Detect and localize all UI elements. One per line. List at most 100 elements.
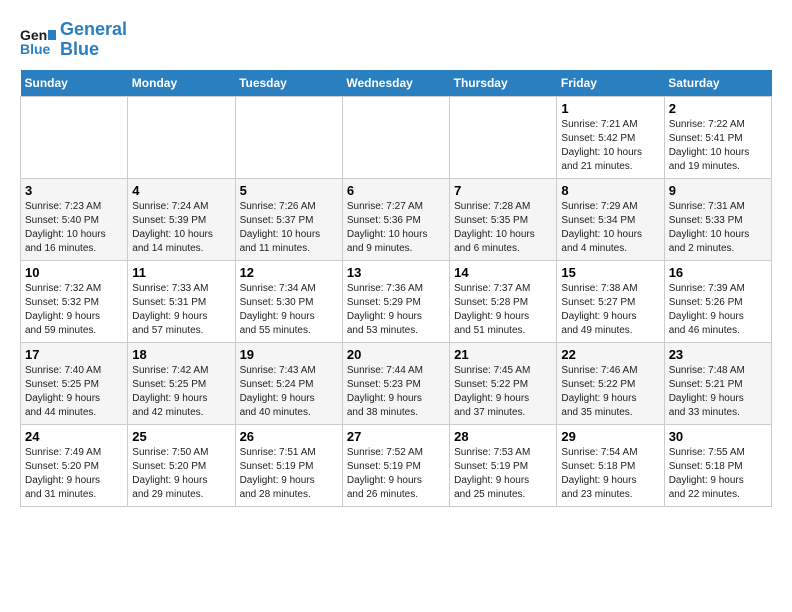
calendar-cell: 17 Sunrise: 7:40 AM Sunset: 5:25 PM Dayli… — [21, 342, 128, 424]
day-info: Sunrise: 7:28 AM Sunset: 5:35 PM Dayligh… — [454, 200, 552, 256]
day-info: Sunrise: 7:24 AM Sunset: 5:39 PM Dayligh… — [132, 200, 230, 256]
calendar-cell: 7 Sunrise: 7:28 AM Sunset: 5:35 PM Daylig… — [450, 178, 557, 260]
calendar-cell: 21 Sunrise: 7:45 AM Sunset: 5:22 PM Dayli… — [450, 342, 557, 424]
day-number: 13 — [347, 265, 445, 280]
calendar-cell: 8 Sunrise: 7:29 AM Sunset: 5:34 PM Daylig… — [557, 178, 664, 260]
day-number: 5 — [240, 183, 338, 198]
calendar-cell: 2Sunrise: 7:22 AM Sunset: 5:41 PM Daylig… — [664, 96, 771, 178]
day-number: 14 — [454, 265, 552, 280]
day-number: 9 — [669, 183, 767, 198]
header: General Blue GeneralBlue — [20, 20, 772, 60]
day-number: 3 — [25, 183, 123, 198]
calendar-cell — [235, 96, 342, 178]
day-info: Sunrise: 7:32 AM Sunset: 5:32 PM Dayligh… — [25, 282, 123, 338]
day-header: Thursday — [450, 70, 557, 97]
day-number: 28 — [454, 429, 552, 444]
day-number: 17 — [25, 347, 123, 362]
day-info: Sunrise: 7:49 AM Sunset: 5:20 PM Dayligh… — [25, 446, 123, 502]
calendar-cell: 22Sunrise: 7:46 AM Sunset: 5:22 PM Dayli… — [557, 342, 664, 424]
day-number: 29 — [561, 429, 659, 444]
day-number: 26 — [240, 429, 338, 444]
day-info: Sunrise: 7:34 AM Sunset: 5:30 PM Dayligh… — [240, 282, 338, 338]
day-number: 25 — [132, 429, 230, 444]
calendar-cell: 18 Sunrise: 7:42 AM Sunset: 5:25 PM Dayli… — [128, 342, 235, 424]
day-number: 21 — [454, 347, 552, 362]
calendar-cell: 4 Sunrise: 7:24 AM Sunset: 5:39 PM Daylig… — [128, 178, 235, 260]
calendar-cell: 28 Sunrise: 7:53 AM Sunset: 5:19 PM Dayli… — [450, 424, 557, 506]
day-number: 2 — [669, 101, 767, 116]
calendar-cell: 23 Sunrise: 7:48 AM Sunset: 5:21 PM Dayli… — [664, 342, 771, 424]
day-number: 23 — [669, 347, 767, 362]
day-number: 10 — [25, 265, 123, 280]
day-info: Sunrise: 7:51 AM Sunset: 5:19 PM Dayligh… — [240, 446, 338, 502]
day-number: 8 — [561, 183, 659, 198]
day-header: Saturday — [664, 70, 771, 97]
day-number: 24 — [25, 429, 123, 444]
calendar-body: 1Sunrise: 7:21 AM Sunset: 5:42 PM Daylig… — [21, 96, 772, 506]
day-header: Tuesday — [235, 70, 342, 97]
day-info: Sunrise: 7:46 AM Sunset: 5:22 PM Dayligh… — [561, 364, 659, 420]
calendar-cell: 16 Sunrise: 7:39 AM Sunset: 5:26 PM Dayli… — [664, 260, 771, 342]
calendar-week: 1Sunrise: 7:21 AM Sunset: 5:42 PM Daylig… — [21, 96, 772, 178]
calendar-cell: 29 Sunrise: 7:54 AM Sunset: 5:18 PM Dayli… — [557, 424, 664, 506]
day-number: 4 — [132, 183, 230, 198]
day-number: 7 — [454, 183, 552, 198]
calendar-cell — [21, 96, 128, 178]
day-info: Sunrise: 7:45 AM Sunset: 5:22 PM Dayligh… — [454, 364, 552, 420]
calendar-cell: 19Sunrise: 7:43 AM Sunset: 5:24 PM Dayli… — [235, 342, 342, 424]
day-number: 30 — [669, 429, 767, 444]
day-info: Sunrise: 7:54 AM Sunset: 5:18 PM Dayligh… — [561, 446, 659, 502]
day-header: Monday — [128, 70, 235, 97]
calendar-table: SundayMondayTuesdayWednesdayThursdayFrid… — [20, 70, 772, 507]
calendar-cell: 5 Sunrise: 7:26 AM Sunset: 5:37 PM Daylig… — [235, 178, 342, 260]
svg-text:Blue: Blue — [20, 41, 51, 57]
calendar-cell: 6 Sunrise: 7:27 AM Sunset: 5:36 PM Daylig… — [342, 178, 449, 260]
calendar-cell — [450, 96, 557, 178]
day-info: Sunrise: 7:33 AM Sunset: 5:31 PM Dayligh… — [132, 282, 230, 338]
day-info: Sunrise: 7:26 AM Sunset: 5:37 PM Dayligh… — [240, 200, 338, 256]
day-info: Sunrise: 7:21 AM Sunset: 5:42 PM Dayligh… — [561, 118, 659, 174]
calendar-cell: 15 Sunrise: 7:38 AM Sunset: 5:27 PM Dayli… — [557, 260, 664, 342]
day-info: Sunrise: 7:37 AM Sunset: 5:28 PM Dayligh… — [454, 282, 552, 338]
day-number: 12 — [240, 265, 338, 280]
day-info: Sunrise: 7:38 AM Sunset: 5:27 PM Dayligh… — [561, 282, 659, 338]
day-info: Sunrise: 7:48 AM Sunset: 5:21 PM Dayligh… — [669, 364, 767, 420]
day-number: 16 — [669, 265, 767, 280]
day-info: Sunrise: 7:53 AM Sunset: 5:19 PM Dayligh… — [454, 446, 552, 502]
day-number: 20 — [347, 347, 445, 362]
calendar-cell: 1Sunrise: 7:21 AM Sunset: 5:42 PM Daylig… — [557, 96, 664, 178]
day-info: Sunrise: 7:50 AM Sunset: 5:20 PM Dayligh… — [132, 446, 230, 502]
day-info: Sunrise: 7:39 AM Sunset: 5:26 PM Dayligh… — [669, 282, 767, 338]
calendar-week: 17 Sunrise: 7:40 AM Sunset: 5:25 PM Dayli… — [21, 342, 772, 424]
calendar-cell: 27Sunrise: 7:52 AM Sunset: 5:19 PM Dayli… — [342, 424, 449, 506]
calendar-week: 10 Sunrise: 7:32 AM Sunset: 5:32 PM Dayli… — [21, 260, 772, 342]
calendar-week: 3 Sunrise: 7:23 AM Sunset: 5:40 PM Daylig… — [21, 178, 772, 260]
logo: General Blue GeneralBlue — [20, 20, 127, 60]
calendar-cell: 20Sunrise: 7:44 AM Sunset: 5:23 PM Dayli… — [342, 342, 449, 424]
calendar-cell — [342, 96, 449, 178]
calendar-cell: 10 Sunrise: 7:32 AM Sunset: 5:32 PM Dayli… — [21, 260, 128, 342]
day-info: Sunrise: 7:29 AM Sunset: 5:34 PM Dayligh… — [561, 200, 659, 256]
calendar-cell: 11Sunrise: 7:33 AM Sunset: 5:31 PM Dayli… — [128, 260, 235, 342]
day-info: Sunrise: 7:23 AM Sunset: 5:40 PM Dayligh… — [25, 200, 123, 256]
day-info: Sunrise: 7:43 AM Sunset: 5:24 PM Dayligh… — [240, 364, 338, 420]
day-number: 18 — [132, 347, 230, 362]
calendar-cell: 26 Sunrise: 7:51 AM Sunset: 5:19 PM Dayli… — [235, 424, 342, 506]
calendar-header: SundayMondayTuesdayWednesdayThursdayFrid… — [21, 70, 772, 97]
day-number: 15 — [561, 265, 659, 280]
day-header: Sunday — [21, 70, 128, 97]
day-number: 6 — [347, 183, 445, 198]
calendar-cell: 14 Sunrise: 7:37 AM Sunset: 5:28 PM Dayli… — [450, 260, 557, 342]
day-info: Sunrise: 7:55 AM Sunset: 5:18 PM Dayligh… — [669, 446, 767, 502]
calendar-cell — [128, 96, 235, 178]
day-info: Sunrise: 7:27 AM Sunset: 5:36 PM Dayligh… — [347, 200, 445, 256]
day-info: Sunrise: 7:40 AM Sunset: 5:25 PM Dayligh… — [25, 364, 123, 420]
calendar-cell: 25 Sunrise: 7:50 AM Sunset: 5:20 PM Dayli… — [128, 424, 235, 506]
day-info: Sunrise: 7:31 AM Sunset: 5:33 PM Dayligh… — [669, 200, 767, 256]
day-header: Friday — [557, 70, 664, 97]
calendar-cell: 9 Sunrise: 7:31 AM Sunset: 5:33 PM Daylig… — [664, 178, 771, 260]
day-info: Sunrise: 7:42 AM Sunset: 5:25 PM Dayligh… — [132, 364, 230, 420]
logo-icon: General Blue — [20, 22, 56, 58]
calendar-week: 24 Sunrise: 7:49 AM Sunset: 5:20 PM Dayli… — [21, 424, 772, 506]
day-info: Sunrise: 7:52 AM Sunset: 5:19 PM Dayligh… — [347, 446, 445, 502]
